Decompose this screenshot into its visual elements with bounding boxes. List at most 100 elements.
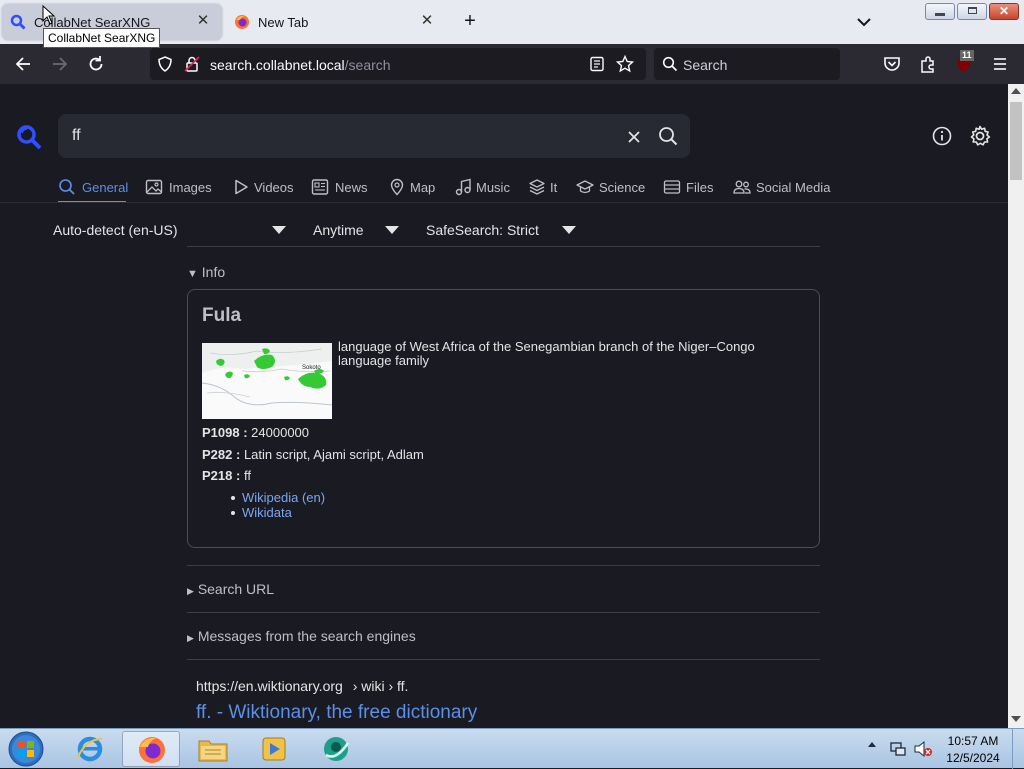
map-place-label: Sokoto (302, 365, 321, 371)
divider (187, 565, 820, 566)
time-dropdown-arrow-icon[interactable] (385, 226, 399, 234)
show-hidden-icons-arrow-icon[interactable] (868, 742, 876, 747)
url-text[interactable]: search.collabnet.local/search (210, 57, 391, 73)
pocket-icon[interactable] (882, 54, 902, 74)
reader-view-icon[interactable] (589, 56, 605, 72)
media-player-icon (262, 737, 286, 761)
new-tab-plus-icon[interactable]: + (458, 10, 482, 34)
search-url-toggle[interactable]: ▶ Search URL (187, 581, 274, 597)
tab-close-icon[interactable]: ✕ (416, 10, 438, 32)
taskbar-firefox[interactable] (122, 731, 180, 767)
category-label: Social Media (756, 180, 831, 195)
minimize-button[interactable] (925, 3, 955, 20)
internet-explorer-icon (77, 736, 103, 762)
scroll-down-arrow-icon[interactable] (1011, 716, 1021, 722)
back-arrow-icon[interactable] (13, 54, 33, 74)
searxng-logo-icon[interactable] (16, 124, 42, 150)
infobox: Fula Sokoto language of West Africa of t… (187, 289, 820, 548)
taskbar-media-player[interactable] (246, 731, 302, 767)
search-url-label: Search URL (197, 581, 275, 597)
category-general[interactable]: General (58, 176, 128, 203)
navigation-toolbar: search.collabnet.local/search Search 11 (0, 44, 1024, 84)
url-path: /search (344, 57, 391, 73)
ublock-origin-button[interactable]: 11 (954, 50, 976, 76)
engine-messages-toggle[interactable]: ▶ Messages from the search engines (187, 628, 416, 644)
hamburger-menu-icon[interactable] (990, 54, 1010, 74)
show-desktop-button[interactable] (1012, 729, 1024, 769)
clear-search-icon[interactable] (623, 126, 645, 148)
tab-new-tab[interactable]: New Tab ✕ (226, 4, 446, 40)
attribute-value: Latin script, Ajami script, Adlam (243, 447, 424, 462)
language-select[interactable]: Auto-detect (en-US) (53, 222, 178, 238)
divider (187, 246, 820, 247)
category-label: Files (686, 180, 714, 195)
scroll-up-arrow-icon[interactable] (1011, 88, 1021, 94)
attribute-key: P282 : (202, 447, 241, 462)
search-icon (662, 56, 678, 72)
bookmark-star-icon[interactable] (616, 55, 634, 73)
firefox-icon (139, 737, 165, 763)
searxng-results-page: ff General Images Videos News Map Music … (0, 84, 1008, 728)
music-note-icon (455, 178, 471, 196)
reload-icon[interactable] (86, 54, 106, 74)
clock-time[interactable]: 10:57 AM (940, 734, 1006, 748)
time-range-select[interactable]: Anytime (313, 222, 364, 238)
list-bullet (231, 511, 235, 515)
wikipedia-link[interactable]: Wikipedia (en) (242, 490, 325, 505)
shield-icon[interactable] (156, 55, 174, 73)
address-bar[interactable]: search.collabnet.local/search (150, 48, 646, 80)
result-domain: https://en.wiktionary.org (196, 678, 343, 694)
page-scrollbar[interactable] (1008, 84, 1024, 728)
result-title-link[interactable]: ff. - Wiktionary, the free dictionary (196, 702, 477, 724)
newspaper-icon (311, 179, 329, 195)
extensions-puzzle-icon[interactable] (918, 54, 938, 74)
attribute-row: P282 : Latin script, Ajami script, Adlam (202, 447, 424, 462)
restore-button[interactable] (957, 3, 987, 20)
extension-badge: 11 (960, 50, 974, 61)
result-breadcrumb: › wiki › ff. (352, 678, 409, 694)
gear-icon[interactable] (968, 124, 992, 148)
forward-arrow-icon[interactable] (50, 54, 70, 74)
wikidata-link[interactable]: Wikidata (242, 505, 292, 520)
tab-tooltip: CollabNet SearXNG (43, 28, 161, 48)
safesearch-dropdown-arrow-icon[interactable] (562, 226, 576, 234)
category-label: Music (476, 180, 510, 195)
network-icon[interactable] (889, 740, 907, 758)
category-label: Videos (254, 180, 294, 195)
fula-region-map-icon (202, 343, 332, 419)
restore-icon (968, 7, 977, 14)
info-section-label: Info (201, 264, 226, 280)
image-icon (145, 179, 163, 195)
browser-search-box[interactable]: Search (654, 48, 840, 80)
mouse-cursor-icon (42, 5, 56, 25)
list-all-tabs-chevron-icon[interactable] (853, 11, 875, 33)
scrollbar-thumb[interactable] (1010, 102, 1022, 180)
infobox-map-image[interactable]: Sokoto (202, 343, 332, 419)
language-dropdown-arrow-icon[interactable] (272, 226, 286, 234)
safesearch-select[interactable]: SafeSearch: Strict (426, 222, 539, 238)
search-input[interactable]: ff (72, 127, 81, 145)
info-circle-icon[interactable] (931, 125, 953, 147)
search-query-box[interactable]: ff (58, 114, 690, 158)
teal-app-icon (324, 737, 350, 761)
tab-close-icon[interactable]: ✕ (192, 10, 214, 32)
taskbar-internet-explorer[interactable] (62, 731, 118, 767)
category-divider (0, 202, 1008, 203)
result-url[interactable]: https://en.wiktionary.org › wiki › ff. (196, 678, 408, 694)
volume-muted-icon[interactable] (913, 740, 933, 758)
submit-search-icon[interactable] (657, 125, 679, 147)
layers-icon (529, 179, 545, 195)
clock-date[interactable]: 12/5/2024 (940, 751, 1006, 765)
insecure-lock-icon[interactable] (183, 55, 201, 73)
window-close-button[interactable]: ✕ (989, 3, 1019, 20)
collapsed-triangle-icon: ▶ (187, 633, 194, 643)
taskbar-file-explorer[interactable] (184, 731, 242, 767)
divider (187, 659, 820, 660)
taskbar-app[interactable] (306, 731, 366, 767)
category-label: Science (599, 180, 646, 195)
windows-taskbar: 10:57 AM 12/5/2024 (0, 728, 1024, 769)
collapsed-triangle-icon: ▶ (187, 586, 194, 596)
start-button-windows-icon[interactable] (6, 730, 46, 768)
infobox-description: language of West Africa of the Senegambi… (338, 339, 755, 368)
info-section-toggle[interactable]: ▼ Info (187, 264, 225, 280)
